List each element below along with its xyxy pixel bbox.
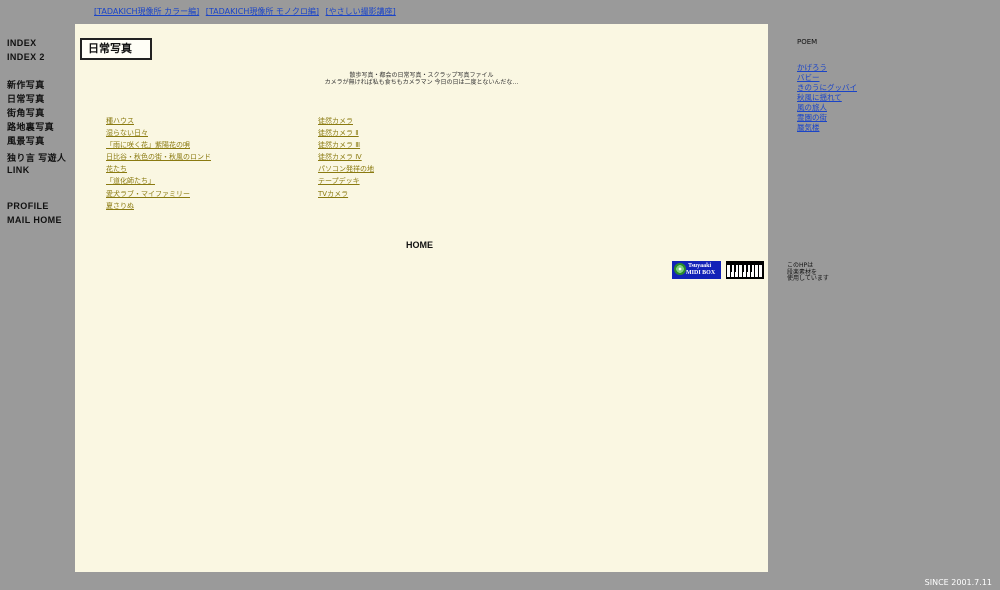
poem-link[interactable]: 霊園の街 — [797, 113, 857, 123]
material-credit-note: このHPは 段楽素材を 使用しています — [787, 262, 829, 283]
piano-white-key — [759, 265, 762, 277]
photo-link[interactable]: パソコン発祥の地 — [318, 163, 374, 175]
credit-line-3: 使用しています — [787, 275, 829, 282]
piano-black-key — [730, 265, 732, 272]
piano-black-key — [746, 265, 748, 272]
home-link[interactable]: HOME — [406, 240, 433, 250]
content-panel: 日常写真 散歩写真・都会の日常写真・スクラップ写真ファイル カメラが無ければ私も… — [75, 24, 768, 572]
left-nav-item[interactable]: 風景写真 — [7, 134, 45, 147]
left-nav-item[interactable]: INDEX 2 — [7, 52, 45, 62]
page-title: 日常写真 — [80, 38, 152, 60]
photo-link[interactable]: 種ハウス — [106, 115, 211, 127]
photo-link[interactable]: 湿らない日々 — [106, 127, 211, 139]
poem-link[interactable]: 蜃気楼 — [797, 123, 857, 133]
piano-white-key — [755, 265, 758, 277]
poem-links: かげろう バビー きのうにグッバイ 秋風に揺れて 風の旅人 霊園の街 蜃気楼 — [797, 63, 857, 133]
photo-link[interactable]: 愛犬ラブ・マイファミリー — [106, 188, 211, 200]
poem-link[interactable]: バビー — [797, 73, 857, 83]
left-nav-item[interactable]: INDEX — [7, 38, 37, 48]
photo-link[interactable]: 徒然カメラ Ⅳ — [318, 151, 374, 163]
poem-link[interactable]: 秋風に揺れて — [797, 93, 857, 103]
top-link-lesson[interactable]: [やさしい撮影講座] — [326, 7, 396, 16]
left-nav-item[interactable]: PROFILE — [7, 201, 49, 211]
left-nav-item[interactable]: 路地裏写真 — [7, 120, 54, 133]
left-nav-item[interactable]: MAIL HOME — [7, 215, 62, 225]
midi-banner-label: MIDI BOX — [686, 270, 716, 276]
photo-link[interactable]: 夏さりぬ — [106, 200, 211, 212]
photo-link[interactable]: 徒然カメラ — [318, 115, 374, 127]
left-nav-item[interactable]: 街角写真 — [7, 106, 45, 119]
cd-disc-icon — [674, 263, 686, 275]
photo-links-column-1: 種ハウス 湿らない日々 「雨に咲く花」紫陽花の唄 日比谷・秋色の街・秋風のロンド 花たち… — [106, 115, 211, 212]
subtitle-line-2: カメラが無ければ私も食ちもカメラマン 今日の日は二度とないんだな… — [324, 79, 519, 86]
photo-link[interactable]: 徒然カメラ Ⅱ — [318, 127, 374, 139]
photo-link[interactable]: 徒然カメラ Ⅲ — [318, 139, 374, 151]
photo-links-column-2: 徒然カメラ 徒然カメラ Ⅱ 徒然カメラ Ⅲ 徒然カメラ Ⅳ パソコン発祥の地 テープデッキ… — [318, 115, 374, 200]
poem-link[interactable]: きのうにグッバイ — [797, 83, 857, 93]
photo-link[interactable]: 「雨に咲く花」紫陽花の唄 — [106, 139, 211, 151]
poem-link[interactable]: 風の旅人 — [797, 103, 857, 113]
left-nav-item[interactable]: 日常写真 — [7, 92, 45, 105]
photo-link[interactable]: テープデッキ — [318, 175, 374, 187]
photo-link[interactable]: 花たち — [106, 163, 211, 175]
piano-black-key — [734, 265, 736, 272]
top-links: [TADAKICH現像所 カラー編] [TADAKICH現像所 モノクロ編] [… — [94, 6, 400, 17]
piano-black-key — [750, 265, 752, 272]
left-nav-item[interactable]: 独り言 写遊人 — [7, 151, 66, 164]
left-nav-item[interactable]: LINK — [7, 165, 30, 175]
photo-link[interactable]: 「道化師たち」 — [106, 175, 211, 187]
photo-link[interactable]: TVカメラ — [318, 188, 374, 200]
top-link-mono[interactable]: [TADAKICH現像所 モノクロ編] — [206, 7, 319, 16]
piano-keyboard-banner[interactable] — [726, 261, 764, 279]
poem-heading: POEM — [797, 38, 818, 46]
piano-black-key — [742, 265, 744, 272]
midi-box-banner[interactable]: Tsuyaaki MIDI BOX — [672, 261, 721, 279]
left-nav-item[interactable]: 新作写真 — [7, 78, 45, 91]
midi-banner-name: Tsuyaaki — [688, 263, 712, 269]
poem-link[interactable]: かげろう — [797, 63, 857, 73]
top-link-color[interactable]: [TADAKICH現像所 カラー編] — [94, 7, 199, 16]
photo-link[interactable]: 日比谷・秋色の街・秋風のロンド — [106, 151, 211, 163]
since-date: SINCE 2001.7.11 — [924, 578, 992, 587]
